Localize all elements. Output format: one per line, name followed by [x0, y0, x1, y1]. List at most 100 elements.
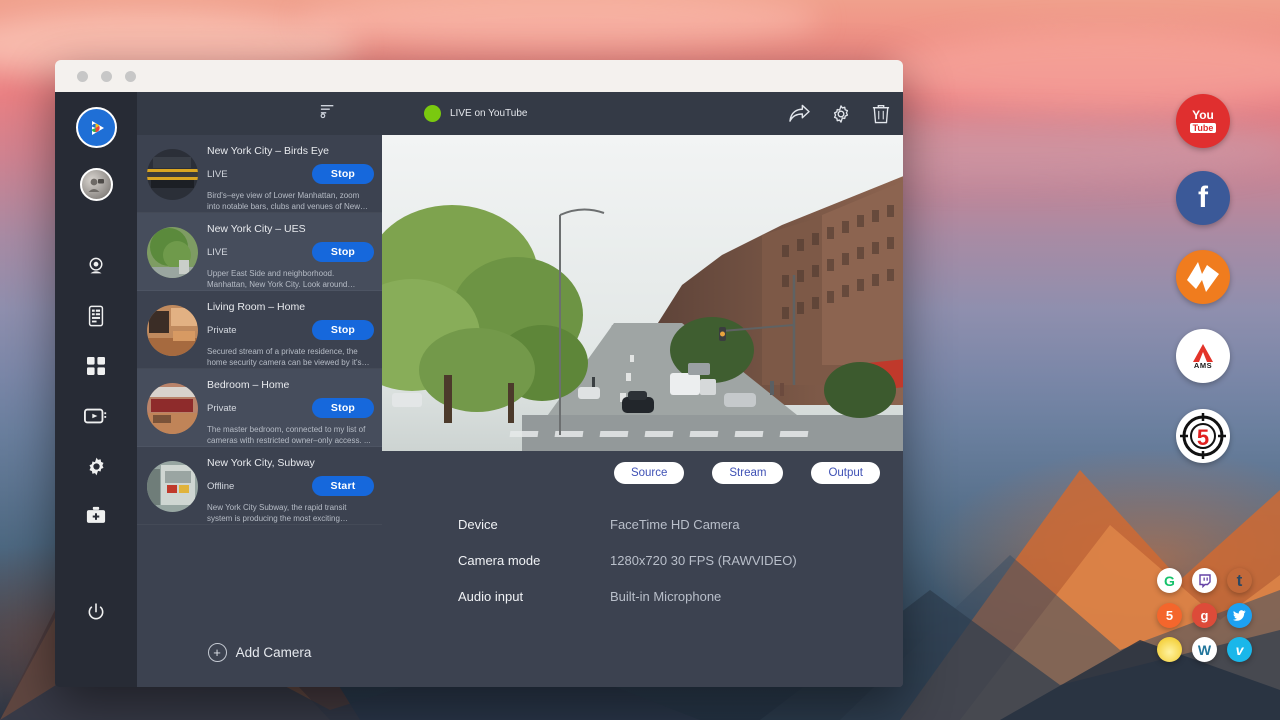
- twitter-desktop-icon[interactable]: [1227, 603, 1252, 628]
- adobe-ams-desktop-icon[interactable]: AMS: [1176, 329, 1230, 383]
- vimeo-desktop-icon[interactable]: v: [1227, 637, 1252, 662]
- camera-list-header: [137, 92, 382, 135]
- gear-icon: [86, 456, 107, 477]
- detail-value: 1280x720 30 FPS (RAWVIDEO): [610, 553, 797, 568]
- tab-source[interactable]: Source: [614, 462, 684, 484]
- camera-title: New York City – Birds Eye: [207, 145, 374, 157]
- camera-list-column: New York City – Birds Eye LIVE Stop Bird…: [137, 92, 382, 687]
- sidebar-item-power[interactable]: [68, 587, 124, 637]
- sidebar-item-settings[interactable]: [68, 441, 124, 491]
- cloud-streak: [880, 30, 1280, 110]
- camera-list-item[interactable]: Bedroom – Home Private Stop The master b…: [137, 369, 382, 447]
- detail-key: Camera mode: [458, 553, 610, 568]
- youtube-glyph-you: You: [1192, 109, 1214, 121]
- twitch-glyph-icon: [1198, 574, 1212, 588]
- twitch-desktop-icon[interactable]: [1192, 568, 1217, 593]
- app-window: New York City – Birds Eye LIVE Stop Bird…: [55, 60, 903, 687]
- camera-thumbnail: [147, 305, 198, 356]
- camera-state: LIVE: [207, 247, 228, 258]
- camera-thumbnail: [147, 149, 198, 200]
- tumblr-desktop-icon[interactable]: t: [1227, 568, 1252, 593]
- camera-thumbnail: [147, 383, 198, 434]
- video-preview[interactable]: [382, 135, 903, 451]
- sidebar-item-broadcasts[interactable]: [68, 391, 124, 441]
- source-details: Device FaceTime HD Camera Camera mode 12…: [382, 484, 903, 625]
- close-button[interactable]: [77, 71, 88, 82]
- camera-state: LIVE: [207, 169, 228, 180]
- sort-filter-icon[interactable]: [320, 103, 336, 124]
- video-monitor-icon: [84, 406, 108, 426]
- five-target-desktop-icon[interactable]: 5: [1176, 409, 1230, 463]
- live-status-label: LIVE on YouTube: [450, 108, 527, 119]
- twitter-bird-icon: [1233, 610, 1246, 621]
- youtube-glyph-tube: Tube: [1190, 123, 1217, 133]
- live-indicator-dot: [424, 105, 441, 122]
- camera-title: Bedroom – Home: [207, 379, 374, 391]
- google-plus-desktop-icon[interactable]: g: [1192, 603, 1217, 628]
- first-aid-kit-icon: [85, 506, 107, 526]
- tab-stream[interactable]: Stream: [712, 462, 783, 484]
- user-avatar[interactable]: [80, 168, 113, 201]
- tab-output[interactable]: Output: [811, 462, 880, 484]
- minimize-button[interactable]: [101, 71, 112, 82]
- camera-thumbnail: [147, 227, 198, 278]
- camera-action-button[interactable]: Stop: [312, 164, 374, 184]
- adobe-a-icon: [1191, 343, 1215, 363]
- target-five-icon: 5: [1179, 412, 1227, 460]
- camera-list[interactable]: New York City – Birds Eye LIVE Stop Bird…: [137, 135, 382, 617]
- camera-state: Offline: [207, 481, 234, 492]
- detail-row: Camera mode 1280x720 30 FPS (RAWVIDEO): [458, 553, 903, 568]
- main-toolbar: LIVE on YouTube: [382, 92, 903, 135]
- cloud-streak: [300, 0, 820, 50]
- sidebar-item-dashboard[interactable]: [68, 341, 124, 391]
- camera-list-item[interactable]: New York City – UES LIVE Stop Upper East…: [137, 213, 382, 291]
- camera-title: New York City – UES: [207, 223, 374, 235]
- camera-list-item[interactable]: Living Room – Home Private Stop Secured …: [137, 291, 382, 369]
- sidebar-item-support[interactable]: [68, 491, 124, 541]
- camera-thumbnail: [147, 461, 198, 512]
- camera-action-button[interactable]: Stop: [312, 320, 374, 340]
- camera-title: Living Room – Home: [207, 301, 374, 313]
- window-titlebar: [55, 60, 903, 92]
- camera-info: Bedroom – Home Private Stop The master b…: [207, 379, 374, 437]
- camera-state: Private: [207, 403, 237, 414]
- power-icon: [86, 602, 106, 622]
- camera-info: Living Room – Home Private Stop Secured …: [207, 301, 374, 359]
- camera-list-item[interactable]: New York City – Birds Eye LIVE Stop Bird…: [137, 135, 382, 213]
- camera-description: New York City Subway, the rapid transit …: [207, 503, 374, 525]
- facebook-desktop-icon[interactable]: f: [1176, 171, 1230, 225]
- gear-icon[interactable]: [831, 104, 851, 124]
- grid-icon: [86, 356, 106, 376]
- mobile-device-icon: [86, 305, 106, 327]
- app-body: New York City – Birds Eye LIVE Stop Bird…: [55, 92, 903, 687]
- wirecast-desktop-icon[interactable]: [1176, 250, 1230, 304]
- detail-value: FaceTime HD Camera: [610, 517, 740, 532]
- plus-icon: +: [208, 643, 227, 662]
- youtube-desktop-icon[interactable]: You Tube: [1176, 94, 1230, 148]
- camera-action-button[interactable]: Stop: [312, 398, 374, 418]
- camera-title: New York City, Subway: [207, 457, 374, 469]
- sidebar-item-cameras[interactable]: [68, 241, 124, 291]
- camera-description: Upper East Side and neighborhood. Manhat…: [207, 269, 374, 291]
- maximize-button[interactable]: [125, 71, 136, 82]
- svg-text:5: 5: [1197, 425, 1209, 450]
- five-orange-desktop-icon[interactable]: 5: [1157, 603, 1182, 628]
- detail-tabs: Source Stream Output: [382, 451, 903, 484]
- camera-list-item[interactable]: New York City, Subway Offline Start New …: [137, 447, 382, 525]
- sidebar-item-mobile[interactable]: [68, 291, 124, 341]
- camera-action-button[interactable]: Start: [312, 476, 374, 496]
- add-camera-button[interactable]: + Add Camera: [137, 617, 382, 687]
- camera-description: The master bedroom, connected to my list…: [207, 425, 374, 447]
- sidebar-rail: [55, 92, 137, 687]
- sunset-app-desktop-icon[interactable]: [1157, 637, 1182, 662]
- camera-state: Private: [207, 325, 237, 336]
- grammarly-desktop-icon[interactable]: G: [1157, 568, 1182, 593]
- camera-description: Secured stream of a private residence, t…: [207, 347, 374, 369]
- share-icon[interactable]: [789, 104, 810, 123]
- wordpress-desktop-icon[interactable]: W: [1192, 637, 1217, 662]
- camera-info: New York City, Subway Offline Start New …: [207, 457, 374, 515]
- app-logo-icon[interactable]: [76, 107, 117, 148]
- trash-icon[interactable]: [872, 104, 890, 124]
- camera-action-button[interactable]: Stop: [312, 242, 374, 262]
- main-pane: LIVE on YouTube: [382, 92, 903, 687]
